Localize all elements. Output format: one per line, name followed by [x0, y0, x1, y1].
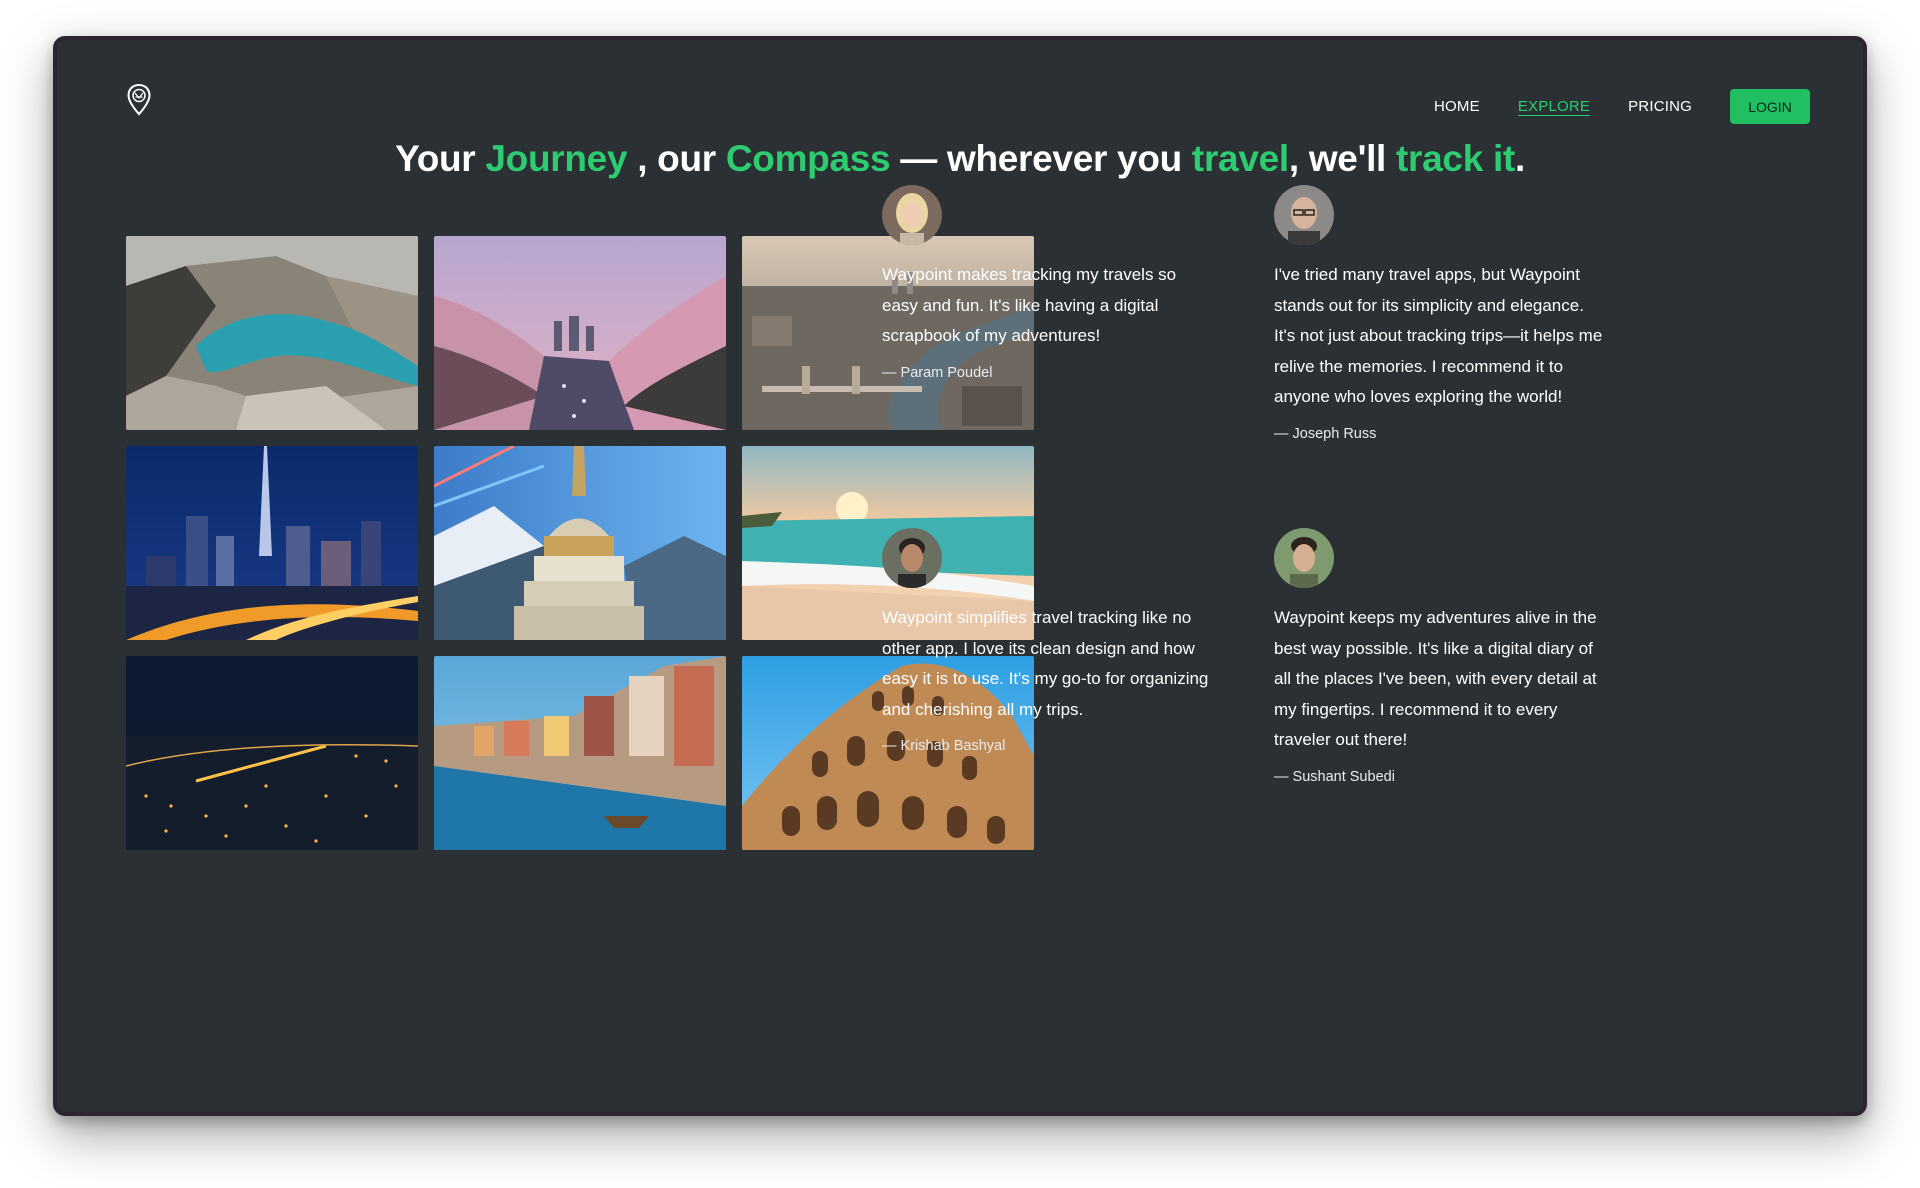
testimonial-quote: Waypoint makes tracking my travels so ea…: [882, 265, 1177, 346]
testimonial-author: — Sushant Subedi: [1274, 768, 1395, 785]
testimonial-card: Waypoint keeps my adventures alive in th…: [1274, 528, 1604, 785]
cherry-blossom-river-photo[interactable]: [434, 236, 726, 430]
testimonial-card: Waypoint simplifies travel tracking like…: [882, 528, 1212, 754]
login-button[interactable]: LOGIN: [1730, 89, 1810, 124]
avatar: [1274, 185, 1334, 245]
testimonial-card: Waypoint makes tracking my travels so ea…: [882, 185, 1212, 381]
testimonial-author: — Param Poudel: [882, 364, 993, 381]
nav-home-link[interactable]: HOME: [1434, 98, 1480, 115]
testimonial-quote: Waypoint simplifies travel tracking like…: [882, 608, 1209, 719]
avatar: [882, 528, 942, 588]
testimonial-quote: Waypoint keeps my adventures alive in th…: [1274, 608, 1597, 750]
headline-highlight: track it: [1396, 138, 1515, 179]
headline-highlight: Compass: [725, 138, 891, 179]
headline-text: .: [1514, 138, 1525, 179]
testimonial-author: — Joseph Russ: [1274, 425, 1377, 442]
testimonial-card: I've tried many travel apps, but Waypoin…: [1274, 185, 1604, 442]
nav-pricing-link[interactable]: PRICING: [1628, 98, 1692, 115]
testimonial-author: — Krishab Bashyal: [882, 738, 1006, 755]
headline-highlight: travel: [1191, 138, 1289, 179]
headline-text: , our: [627, 138, 726, 179]
page-headline: Your Journey , our Compass — wherever yo…: [57, 138, 1863, 180]
night-city-bridge-photo[interactable]: [126, 656, 418, 850]
porto-riverside-photo[interactable]: [434, 656, 726, 850]
map-pin-logo-icon[interactable]: [127, 83, 151, 116]
app-window: HOME EXPLORE PRICING LOGIN Your Journey …: [53, 36, 1867, 1116]
avatar: [882, 185, 942, 245]
avatar: [1274, 528, 1334, 588]
headline-text: Your: [395, 138, 486, 179]
headline-text: , we'll: [1288, 138, 1397, 179]
dubai-night-skyline-photo[interactable]: [126, 446, 418, 640]
top-nav: HOME EXPLORE PRICING LOGIN: [1434, 89, 1810, 124]
nav-explore-link[interactable]: EXPLORE: [1518, 98, 1590, 115]
headline-text: — wherever you: [890, 138, 1192, 179]
stupa-mountains-photo[interactable]: [434, 446, 726, 640]
headline-highlight: Journey: [485, 138, 628, 179]
mountain-lake-photo[interactable]: [126, 236, 418, 430]
testimonial-quote: I've tried many travel apps, but Waypoin…: [1274, 265, 1603, 407]
